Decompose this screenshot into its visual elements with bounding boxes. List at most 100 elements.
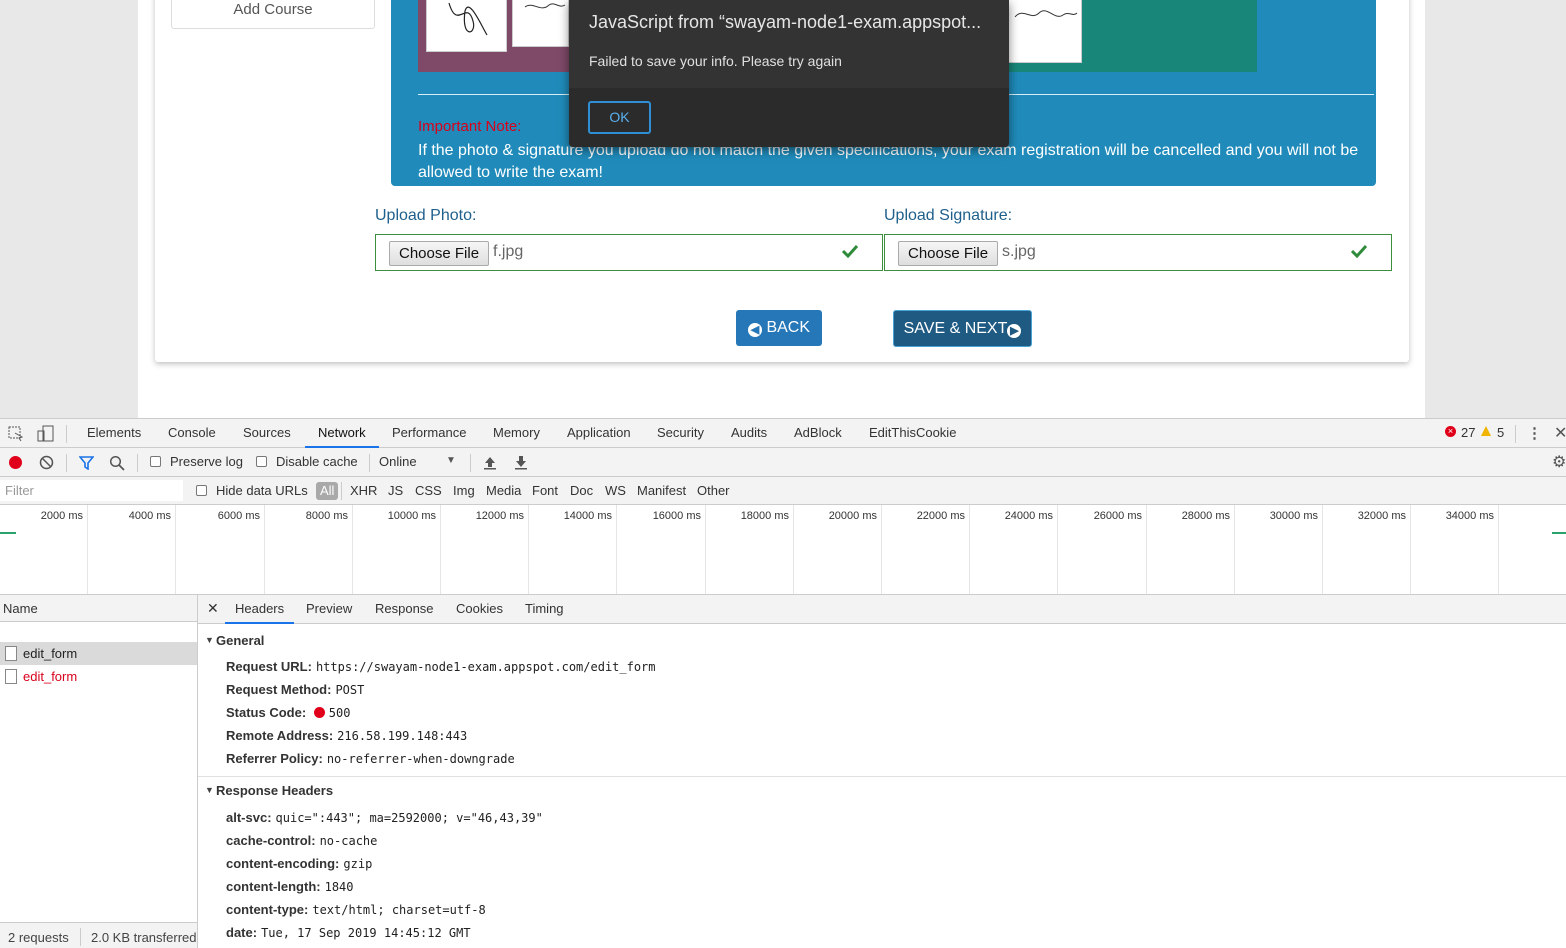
upload-photo-field[interactable]: Choose File f.jpg	[375, 234, 883, 271]
timeline-request-bar	[1552, 532, 1566, 534]
header-value: 216.58.199.148:443	[337, 729, 468, 743]
choose-signature-button[interactable]: Choose File	[898, 241, 999, 266]
timeline-request-bar	[0, 532, 16, 534]
timeline-tick-label: 32000 ms	[1357, 510, 1406, 522]
preserve-log-checkbox[interactable]	[150, 456, 161, 467]
disable-cache-checkbox[interactable]	[256, 456, 267, 467]
tab-application[interactable]: Application	[567, 419, 631, 448]
request-list: Name edit_form edit_form 2 requests 2.0 …	[0, 595, 198, 948]
tab-sources[interactable]: Sources	[243, 419, 291, 448]
close-detail-icon[interactable]: ✕	[207, 600, 219, 617]
tab-security[interactable]: Security	[657, 419, 704, 448]
tab-cookies[interactable]: Cookies	[456, 595, 503, 624]
general-section-title[interactable]: General	[216, 633, 264, 648]
filter-type-media[interactable]: Media	[486, 481, 521, 501]
sample-signature-image	[1008, 0, 1082, 63]
header-value: text/html; charset=utf-8	[312, 903, 486, 917]
tab-adblock[interactable]: AdBlock	[794, 419, 842, 448]
filter-type-doc[interactable]: Doc	[570, 481, 593, 501]
response-headers-section-title[interactable]: Response Headers	[216, 783, 333, 798]
throttling-select[interactable]: Online	[379, 454, 417, 469]
request-name: edit_form	[23, 646, 78, 661]
kebab-menu-icon[interactable]: ⋮	[1527, 424, 1542, 442]
tab-elements[interactable]: Elements	[87, 419, 141, 448]
network-toolbar: Preserve log Disable cache Online ▼ ⚙	[0, 448, 1566, 477]
filter-icon[interactable]	[79, 456, 94, 470]
filter-type-img[interactable]: Img	[453, 481, 475, 501]
hide-data-urls-checkbox[interactable]	[196, 485, 207, 496]
header-key: Remote Address:	[226, 728, 334, 743]
header-key: Request Method:	[226, 682, 332, 697]
choose-photo-button[interactable]: Choose File	[389, 241, 490, 266]
filter-input[interactable]: Filter	[0, 480, 183, 501]
filter-type-font[interactable]: Font	[532, 481, 558, 501]
clear-icon[interactable]	[39, 455, 54, 470]
error-count[interactable]: 27	[1461, 425, 1475, 440]
back-button[interactable]: ◀ BACK	[736, 310, 822, 346]
record-icon[interactable]	[9, 456, 22, 469]
save-next-button[interactable]: SAVE & NEXT ▶	[893, 310, 1032, 347]
error-icon: ×	[1445, 426, 1456, 437]
timeline-tick-label: 4000 ms	[128, 510, 171, 522]
filter-type-js[interactable]: JS	[388, 481, 403, 501]
header-row: content-encoding: gzip	[226, 856, 372, 871]
inspect-element-icon[interactable]	[8, 426, 24, 442]
header-key: alt-svc:	[226, 810, 272, 825]
request-list-header[interactable]: Name	[0, 595, 197, 622]
web-page: Add Course Important Note: If the photo …	[0, 0, 1566, 418]
filter-type-other[interactable]: Other	[697, 481, 730, 501]
upload-signature-label: Upload Signature:	[884, 207, 1013, 224]
warning-count[interactable]: 5	[1497, 425, 1504, 440]
document-icon	[5, 669, 17, 684]
search-icon[interactable]	[109, 455, 125, 471]
request-count: 2 requests	[8, 930, 69, 945]
tab-timing[interactable]: Timing	[525, 595, 564, 624]
header-row: Referrer Policy: no-referrer-when-downgra…	[226, 751, 515, 766]
upload-signature-field[interactable]: Choose File s.jpg	[884, 234, 1392, 271]
settings-gear-icon[interactable]: ⚙	[1552, 452, 1566, 472]
toolbar-divider	[80, 928, 81, 946]
add-course-button[interactable]: Add Course	[171, 0, 375, 29]
filter-type-ws[interactable]: WS	[605, 481, 626, 501]
dialog-ok-button[interactable]: OK	[588, 101, 651, 134]
request-row-error[interactable]: edit_form	[0, 665, 197, 688]
timeline-tick-label: 20000 ms	[828, 510, 877, 522]
header-value: no-cache	[319, 834, 378, 848]
tab-network[interactable]: Network	[305, 419, 379, 448]
tab-headers[interactable]: Headers	[225, 595, 295, 624]
tab-editthiscookie[interactable]: EditThisCookie	[869, 419, 956, 448]
close-icon[interactable]: ✕	[1554, 423, 1566, 443]
tab-performance[interactable]: Performance	[392, 419, 466, 448]
filter-type-css[interactable]: CSS	[415, 481, 442, 501]
tab-response[interactable]: Response	[375, 595, 434, 624]
export-har-icon[interactable]	[514, 455, 528, 470]
header-row: content-type: text/html; charset=utf-8	[226, 902, 486, 917]
device-toolbar-icon[interactable]	[37, 425, 55, 443]
filter-type-all[interactable]: All	[316, 482, 339, 500]
request-row[interactable]: edit_form	[0, 642, 197, 665]
sample-signature-image	[512, 0, 569, 47]
toolbar-divider	[66, 454, 67, 472]
sample-signature-image	[426, 0, 507, 52]
tab-console[interactable]: Console	[168, 419, 216, 448]
header-key: content-type:	[226, 902, 309, 917]
upload-photo-label: Upload Photo:	[375, 207, 477, 224]
expand-triangle-icon[interactable]: ▼	[205, 635, 214, 645]
filter-type-xhr[interactable]: XHR	[350, 481, 377, 501]
save-next-label: SAVE & NEXT	[903, 320, 1008, 337]
header-key: Referrer Policy:	[226, 751, 323, 766]
arrow-left-circle-icon: ◀	[747, 323, 762, 337]
request-detail-panel: ✕ Headers Preview Response Cookies Timin…	[198, 595, 1566, 948]
expand-triangle-icon[interactable]: ▼	[205, 785, 214, 795]
import-har-icon[interactable]	[483, 455, 497, 470]
header-row: Remote Address: 216.58.199.148:443	[226, 728, 467, 743]
tab-audits[interactable]: Audits	[731, 419, 767, 448]
timeline-tick-label: 10000 ms	[387, 510, 436, 522]
tab-preview[interactable]: Preview	[306, 595, 352, 624]
filter-type-manifest[interactable]: Manifest	[637, 481, 686, 501]
tab-memory[interactable]: Memory	[493, 419, 540, 448]
timeline-tick-label: 14000 ms	[563, 510, 612, 522]
timeline-tick-label: 18000 ms	[740, 510, 789, 522]
header-row: Request Method: POST	[226, 682, 364, 697]
network-timeline[interactable]: 2000 ms 4000 ms 6000 ms 8000 ms 10000 ms 1200…	[0, 505, 1566, 595]
